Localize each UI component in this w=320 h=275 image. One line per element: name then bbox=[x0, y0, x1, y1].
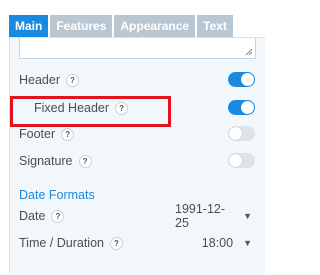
time-label: Time / Duration bbox=[19, 236, 104, 250]
settings-panel: Header ? Fixed Header ? Footer ? Signatu… bbox=[9, 37, 265, 275]
toggle-knob bbox=[229, 127, 242, 140]
help-icon[interactable]: ? bbox=[61, 127, 75, 141]
header-setting-row: Header ? bbox=[19, 71, 255, 89]
help-icon[interactable]: ? bbox=[66, 73, 79, 87]
help-icon[interactable]: ? bbox=[51, 209, 65, 223]
header-label: Header bbox=[19, 73, 60, 87]
footer-label: Footer bbox=[19, 127, 56, 141]
resize-handle-icon[interactable] bbox=[245, 48, 253, 56]
time-format-value: 18:00 bbox=[201, 236, 234, 250]
tab-appearance[interactable]: Appearance bbox=[114, 15, 196, 37]
help-icon[interactable]: ? bbox=[109, 236, 123, 250]
signature-label: Signature bbox=[19, 154, 73, 168]
highlight-box bbox=[10, 96, 171, 127]
footer-setting-row: Footer ? bbox=[19, 125, 255, 143]
toggle-knob bbox=[241, 101, 254, 114]
date-format-select[interactable]: 1991-12-25 ▼ bbox=[175, 202, 255, 230]
tab-text[interactable]: Text bbox=[197, 15, 233, 37]
fixed-header-toggle[interactable] bbox=[228, 100, 255, 115]
tab-bar: Main Features Appearance Text bbox=[9, 15, 233, 37]
footer-toggle[interactable] bbox=[228, 126, 255, 141]
date-label: Date bbox=[19, 209, 46, 223]
toggle-knob bbox=[229, 154, 242, 167]
toggle-knob bbox=[241, 73, 254, 86]
caret-down-icon: ▼ bbox=[243, 238, 252, 248]
date-setting-row: Date ? 1991-12-25 ▼ bbox=[19, 202, 255, 230]
signature-toggle[interactable] bbox=[228, 153, 255, 168]
tab-features[interactable]: Features bbox=[50, 15, 113, 37]
header-toggle[interactable] bbox=[228, 72, 255, 87]
tab-main[interactable]: Main bbox=[9, 15, 49, 37]
time-setting-row: Time / Duration ? 18:00 ▼ bbox=[19, 234, 255, 252]
date-format-value: 1991-12-25 bbox=[175, 202, 226, 230]
caret-down-icon: ▼ bbox=[243, 211, 252, 221]
text-area[interactable] bbox=[19, 38, 256, 59]
signature-setting-row: Signature ? bbox=[19, 152, 255, 170]
date-formats-heading: Date Formats bbox=[19, 188, 95, 202]
time-format-select[interactable]: 18:00 ▼ bbox=[175, 234, 255, 252]
help-icon[interactable]: ? bbox=[78, 154, 92, 168]
